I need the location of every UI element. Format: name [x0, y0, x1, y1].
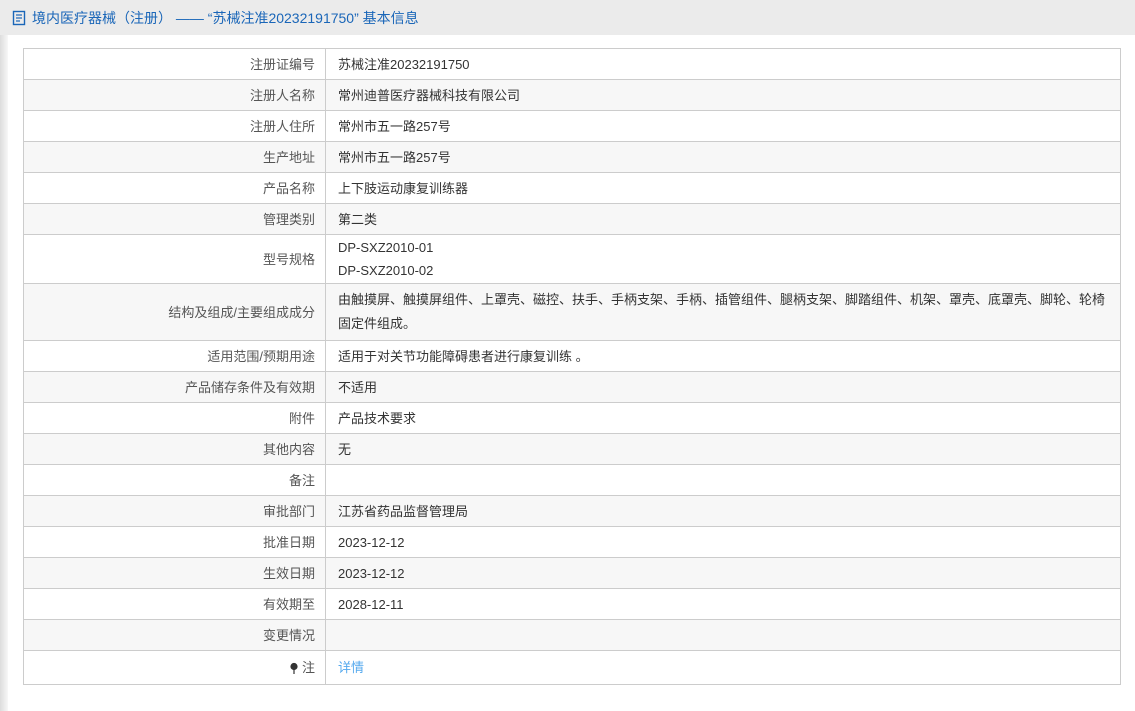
row-label: 注册证编号 — [24, 49, 326, 79]
table-row: 型号规格 DP-SXZ2010-01 DP-SXZ2010-02 — [24, 235, 1120, 284]
row-value: 不适用 — [338, 379, 378, 395]
row-value: 产品技术要求 — [338, 410, 417, 426]
row-label: 注册人住所 — [24, 111, 326, 141]
row-label: 批准日期 — [24, 527, 326, 557]
row-label: 管理类别 — [24, 204, 326, 234]
document-icon — [12, 10, 27, 26]
table-row: 生效日期 2023-12-12 — [24, 558, 1120, 589]
row-value: 2028-12-11 — [338, 596, 404, 612]
row-label: 生产地址 — [24, 142, 326, 172]
table-row: 有效期至 2028-12-11 — [24, 589, 1120, 620]
table-row: 注册人名称 常州迪普医疗器械科技有限公司 — [24, 80, 1120, 111]
table-row: 适用范围/预期用途 适用于对关节功能障碍患者进行康复训练 。 — [24, 341, 1120, 372]
page-left-edge-shadow — [0, 0, 8, 711]
row-label: 变更情况 — [24, 620, 326, 650]
row-value: 无 — [338, 441, 352, 457]
page-title: 境内医疗器械（注册） —— “苏械注准20232191750” 基本信息 — [32, 9, 419, 26]
row-label: 适用范围/预期用途 — [24, 341, 326, 371]
row-label: 产品名称 — [24, 173, 326, 203]
table-row: 注册人住所 常州市五一路257号 — [24, 111, 1120, 142]
row-label: 有效期至 — [24, 589, 326, 619]
row-label: 结构及组成/主要组成成分 — [24, 284, 326, 340]
row-value: 常州市五一路257号 — [338, 149, 451, 165]
table-row: 备注 — [24, 465, 1120, 496]
table-row: 批准日期 2023-12-12 — [24, 527, 1120, 558]
row-label: 产品储存条件及有效期 — [24, 372, 326, 402]
row-label: 生效日期 — [24, 558, 326, 588]
row-value: 2023-12-12 — [338, 534, 405, 550]
row-label: 注 — [24, 651, 326, 684]
row-value: 详情 — [326, 651, 1120, 684]
row-value: 第二类 — [338, 211, 378, 227]
row-label: 审批部门 — [24, 496, 326, 526]
row-value: 江苏省药品监督管理局 — [338, 503, 469, 519]
row-label: 注册人名称 — [24, 80, 326, 110]
row-value: 常州市五一路257号 — [338, 118, 451, 134]
table-row: 注详情 — [24, 651, 1120, 684]
row-value — [326, 620, 1120, 650]
row-label: 其他内容 — [24, 434, 326, 464]
row-value-line: DP-SXZ2010-02 — [338, 263, 434, 278]
pin-icon — [289, 662, 299, 676]
row-label: 备注 — [24, 465, 326, 495]
row-value: 苏械注准20232191750 — [338, 56, 470, 72]
table-row: 变更情况 — [24, 620, 1120, 651]
table-row: 管理类别 第二类 — [24, 204, 1120, 235]
row-label: 型号规格 — [24, 235, 326, 283]
row-value: 2023-12-12 — [338, 565, 405, 581]
table-row: 生产地址 常州市五一路257号 — [24, 142, 1120, 173]
row-value-line: DP-SXZ2010-01 — [338, 240, 434, 255]
table-row: 其他内容无 — [24, 434, 1120, 465]
row-value: 常州迪普医疗器械科技有限公司 — [338, 87, 521, 103]
table-row: 结构及组成/主要组成成分 由触摸屏、触摸屏组件、上罩壳、磁控、扶手、手柄支架、手柄… — [24, 284, 1120, 341]
table-row: 审批部门 江苏省药品监督管理局 — [24, 496, 1120, 527]
row-value: 上下肢运动康复训练器 — [338, 180, 469, 196]
page-header: 境内医疗器械（注册） —— “苏械注准20232191750” 基本信息 — [0, 0, 1135, 35]
table-row: 产品储存条件及有效期 不适用 — [24, 372, 1120, 403]
table-row: 注册证编号 苏械注准20232191750 — [24, 49, 1120, 80]
details-link[interactable]: 详情 — [338, 659, 364, 676]
table-row: 产品名称 上下肢运动康复训练器 — [24, 173, 1120, 204]
row-value — [326, 465, 1120, 495]
table-row: 附件 产品技术要求 — [24, 403, 1120, 434]
row-value: DP-SXZ2010-01 DP-SXZ2010-02 — [326, 235, 1120, 283]
info-table: 注册证编号 苏械注准20232191750 注册人名称 常州迪普医疗器械科技有限公司注… — [23, 48, 1121, 685]
row-value: 由触摸屏、触摸屏组件、上罩壳、磁控、扶手、手柄支架、手柄、插管组件、腿柄支架、脚… — [338, 292, 1106, 331]
row-value: 适用于对关节功能障碍患者进行康复训练 。 — [338, 348, 589, 364]
row-label: 附件 — [24, 403, 326, 433]
